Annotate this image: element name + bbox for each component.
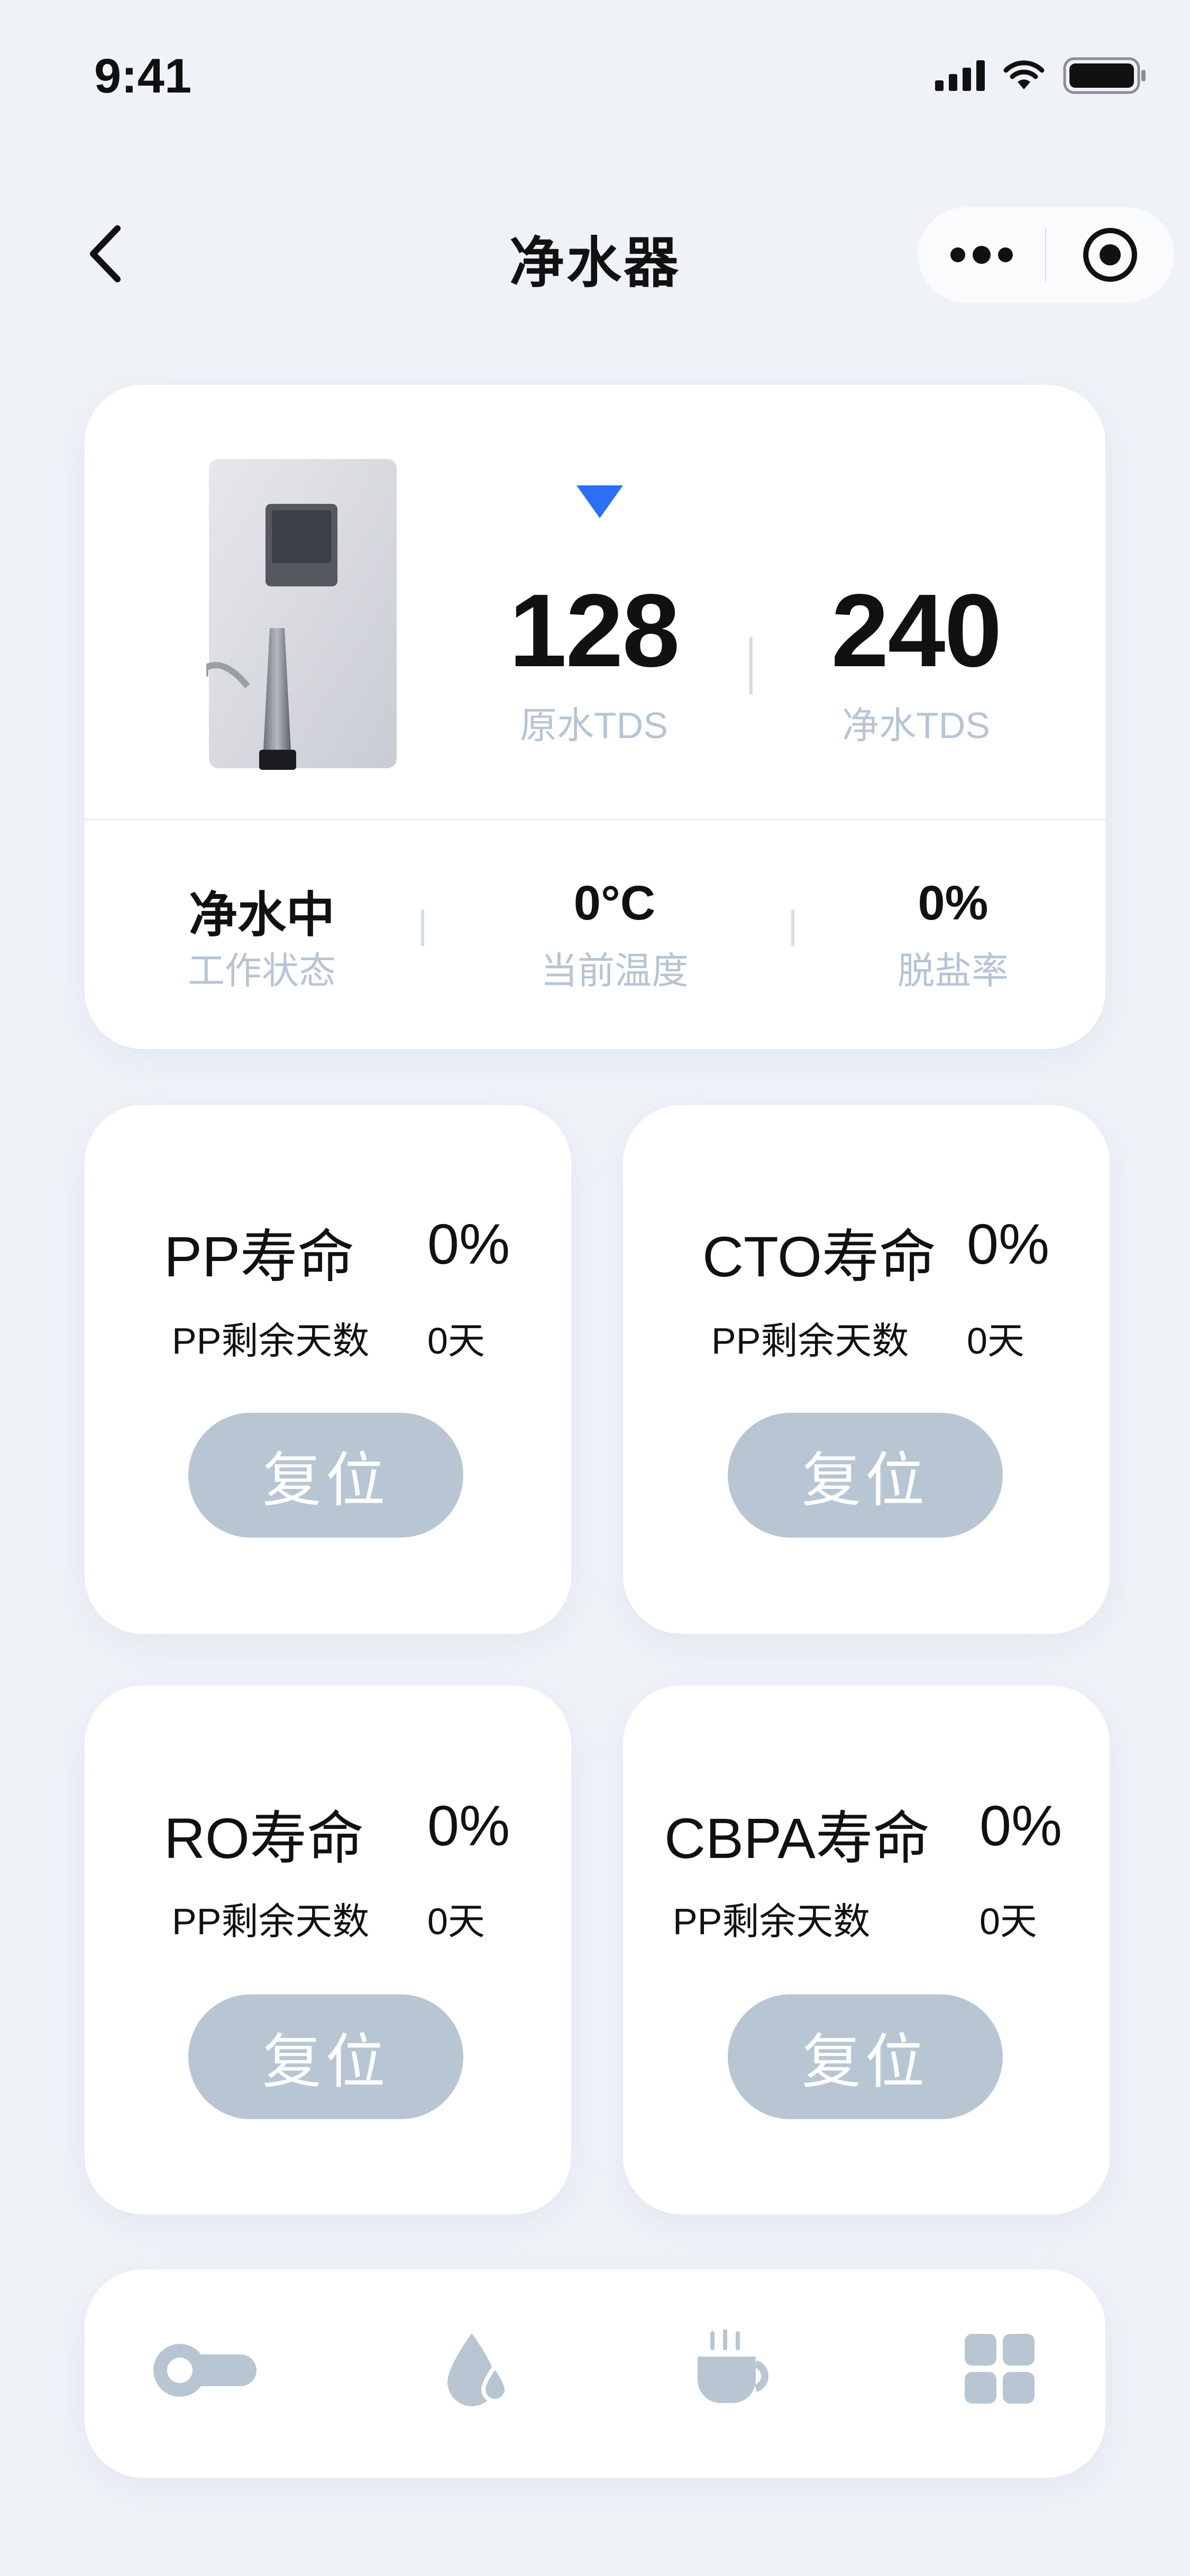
remaining-days-value: 0天 [967, 1320, 1024, 1361]
remaining-days-label: PP剩余天数 [172, 1320, 370, 1361]
more-dot [998, 247, 1013, 262]
reset-button[interactable]: 复位 [188, 1994, 463, 2119]
filter-percent: 0% [980, 1793, 1063, 1857]
desalination-value: 0% [918, 876, 988, 930]
close-button[interactable] [1046, 207, 1174, 302]
tds-indicator-arrow [576, 485, 623, 518]
tab-switch[interactable] [127, 2289, 286, 2448]
filter-title: PP寿命 [164, 1225, 355, 1289]
wifi-icon [1003, 60, 1045, 89]
remaining-days-label: PP剩余天数 [711, 1320, 909, 1361]
filter-card-pp [85, 1105, 571, 1634]
filter-card-cbpa [623, 1686, 1110, 2214]
pure-tds-label: 净水TDS [842, 705, 990, 746]
reset-button[interactable]: 复位 [188, 1413, 463, 1538]
more-dot [973, 246, 991, 264]
battery-icon [1063, 57, 1146, 94]
filter-card-cto [623, 1105, 1110, 1634]
work-status-label: 工作状态 [188, 950, 336, 991]
card-divider [85, 818, 1105, 821]
tds-divider [749, 637, 753, 695]
water-purifier-image [206, 459, 397, 770]
tab-more[interactable] [920, 2289, 1079, 2448]
remaining-days-value: 0天 [427, 1320, 485, 1361]
grid-icon [965, 2334, 1035, 2404]
desalination-label: 脱盐率 [898, 950, 1009, 991]
temperature-value: 0°C [573, 876, 656, 930]
stats-divider [421, 909, 424, 946]
target-icon [1083, 228, 1137, 282]
mini-program-capsule [918, 207, 1174, 302]
water-drops-icon [447, 2333, 509, 2406]
remaining-days-label: PP剩余天数 [673, 1901, 871, 1942]
remaining-days-value: 0天 [980, 1901, 1037, 1942]
reset-button[interactable]: 复位 [728, 1413, 1003, 1538]
remaining-days-label: PP剩余天数 [172, 1901, 370, 1942]
status-icons [935, 57, 1148, 94]
filter-title: CBPA寿命 [664, 1806, 930, 1870]
raw-tds-value: 128 [509, 573, 680, 688]
toggle-icon [153, 2344, 257, 2397]
work-status-value: 净水中 [188, 888, 335, 942]
filter-card-ro [85, 1686, 571, 2214]
more-dot [950, 247, 965, 262]
status-time: 9:41 [94, 49, 192, 103]
filter-percent: 0% [427, 1793, 510, 1857]
reset-button[interactable]: 复位 [728, 1994, 1003, 2119]
pure-tds-value: 240 [831, 573, 1002, 688]
signal-icon [935, 60, 985, 91]
filter-percent: 0% [967, 1212, 1050, 1276]
filter-title: CTO寿命 [702, 1225, 937, 1289]
remaining-days-value: 0天 [427, 1901, 485, 1942]
hot-cup-icon [698, 2329, 769, 2403]
raw-tds-label: 原水TDS [520, 705, 668, 746]
filter-percent: 0% [427, 1212, 510, 1276]
filter-title: RO寿命 [164, 1806, 364, 1870]
temperature-label: 当前温度 [541, 950, 689, 991]
tab-water[interactable] [398, 2289, 556, 2448]
tab-hot-drink[interactable] [656, 2289, 814, 2448]
more-button[interactable] [918, 207, 1045, 302]
